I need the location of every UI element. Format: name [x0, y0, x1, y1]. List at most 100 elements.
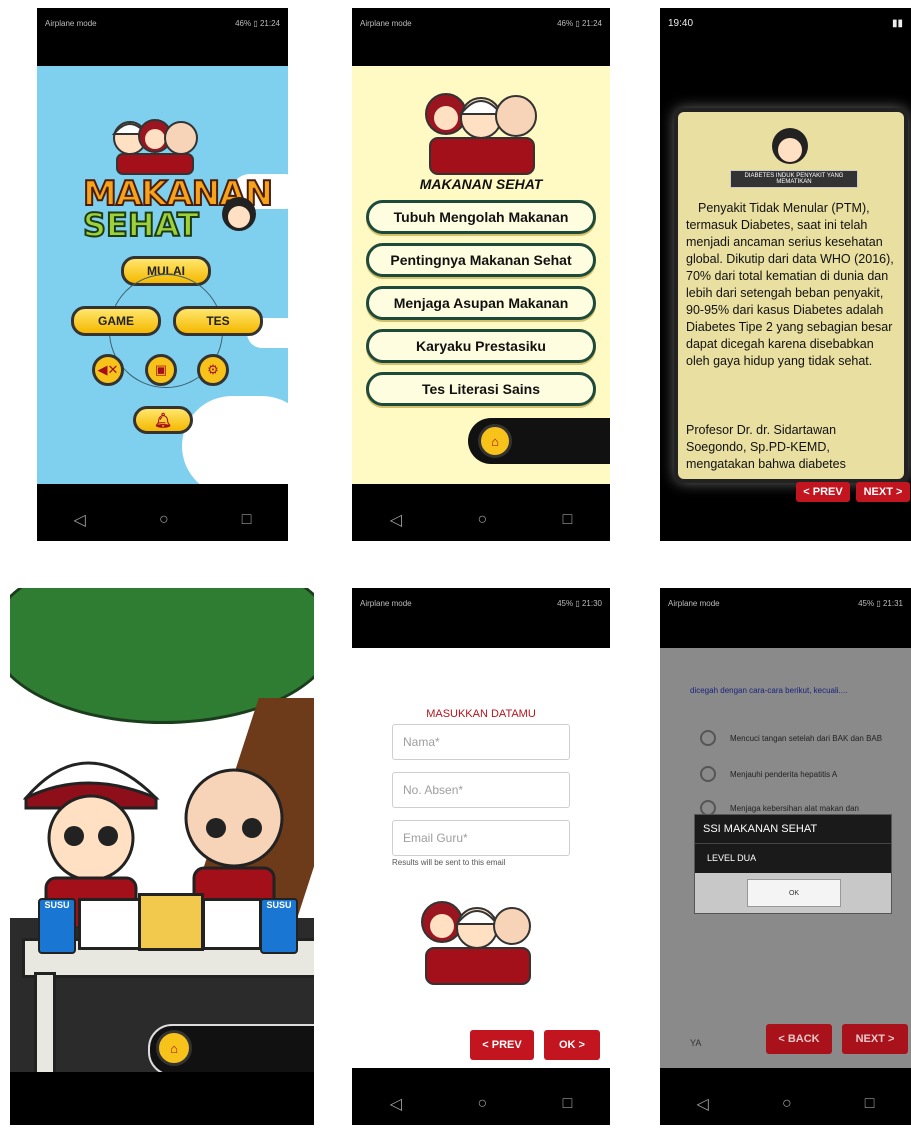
back-nav-icon[interactable]: ◁	[74, 510, 86, 530]
status-bar: Airplane mode 45% ▯ 21:30	[352, 588, 610, 618]
recents-nav-icon[interactable]: □	[563, 511, 573, 529]
prev-button[interactable]: < PREV	[796, 482, 850, 502]
milk-can-right: SUSU	[260, 898, 298, 954]
tes-button[interactable]: TES	[173, 306, 263, 336]
back-nav-icon[interactable]: ◁	[697, 1094, 709, 1114]
status-left: Airplane mode	[45, 18, 97, 28]
kids-illustration	[421, 901, 531, 985]
home-nav-icon[interactable]: ○	[477, 1095, 487, 1113]
menu-button-pentingnya[interactable]: Pentingnya Makanan Sehat	[366, 243, 596, 277]
menu-button-karyaku[interactable]: Karyaku Prestasiku	[366, 329, 596, 363]
screen-topic-menu: Airplane mode 46% ▯ 21:24 MAKANAN SEHAT …	[352, 8, 610, 541]
status-right: 45% ▯ 21:30	[557, 598, 602, 608]
game-button[interactable]: GAME	[71, 306, 161, 336]
menu-button-tes[interactable]: Tes Literasi Sains	[366, 372, 596, 406]
android-button[interactable]: ▣	[145, 354, 177, 386]
home-button[interactable]: ⌂	[156, 1030, 192, 1066]
bell-icon: 🔔︎	[154, 411, 172, 428]
back-nav-icon[interactable]: ◁	[390, 510, 402, 530]
speaker-mute-icon: ◀✕	[97, 362, 119, 377]
android-nav-bar: ◁ ○ □	[352, 1083, 610, 1125]
back-nav-icon[interactable]: ◁	[390, 1094, 402, 1114]
menu-button-menjaga[interactable]: Menjaga Asupan Makanan	[366, 286, 596, 320]
notification-button[interactable]: 🔔︎	[133, 406, 193, 434]
food-box-right	[202, 898, 262, 950]
ya-label: YA	[690, 1038, 702, 1048]
table-leg-left	[34, 972, 56, 1072]
menu-title: MAKANAN SEHAT	[419, 176, 543, 192]
email-hint: Results will be sent to this email	[392, 858, 506, 867]
android-nav-bar: ◁ ○ □	[352, 499, 610, 541]
android-nav-bar: ◁ ○ □	[37, 499, 288, 541]
article-paragraph-2: Profesor Dr. dr. Sidartawan Soegondo, Sp…	[686, 423, 846, 471]
milk-can-label: SUSU	[266, 900, 292, 910]
recents-nav-icon[interactable]: □	[242, 511, 252, 529]
recents-nav-icon[interactable]: □	[563, 1095, 573, 1113]
settings-button[interactable]: ⚙	[197, 354, 229, 386]
screen-data-entry: Airplane mode 45% ▯ 21:30 MASUKKAN DATAM…	[352, 588, 610, 1125]
dialog-message: LEVEL DUA	[707, 853, 757, 863]
status-left: Airplane mode	[360, 18, 412, 28]
prev-button[interactable]: < PREV	[470, 1030, 534, 1060]
screen-quiz: Airplane mode 45% ▯ 21:31 dicegah dengan…	[660, 588, 911, 1125]
dialog-ok-button[interactable]: OK	[747, 879, 841, 907]
option-2[interactable]: Menjauhi penderita hepatitis A	[700, 766, 837, 782]
mute-button[interactable]: ◀✕	[92, 354, 124, 386]
radio-option-1[interactable]	[700, 730, 716, 746]
menu-button-tubuh[interactable]: Tubuh Mengolah Makanan	[366, 200, 596, 234]
absen-input[interactable]: No. Absen*	[392, 772, 570, 808]
status-bar: 19:40 ▮▮	[660, 8, 911, 38]
back-button[interactable]: < BACK	[766, 1024, 832, 1054]
screen-main-menu: Airplane mode 46% ▯ 21:24 MAKANAN SEHAT …	[37, 8, 288, 541]
nama-input[interactable]: Nama*	[392, 724, 570, 760]
menu-canvas: MAKANAN SEHAT Tubuh Mengolah Makanan Pen…	[352, 66, 610, 484]
status-right: 46% ▯ 21:24	[235, 18, 280, 28]
status-time: 19:40	[668, 17, 694, 29]
option-1-label: Mencuci tangan setelah dari BAK dan BAB	[730, 733, 883, 743]
signal-icon: ▮▮	[891, 17, 903, 29]
alert-dialog: SSI MAKANAN SEHAT LEVEL DUA OK	[694, 814, 892, 914]
status-left: Airplane mode	[668, 598, 720, 608]
milk-can-left: SUSU	[38, 898, 76, 954]
home-nav-icon[interactable]: ○	[782, 1095, 792, 1113]
dialog-divider	[695, 843, 891, 844]
question-text: dicegah dengan cara-cara berikut, kecual…	[690, 686, 848, 695]
android-nav-bar: ◁ ○ □	[660, 1083, 911, 1125]
status-bar: Airplane mode 46% ▯ 21:24	[37, 8, 288, 38]
cloud	[182, 396, 288, 484]
option-1[interactable]: Mencuci tangan setelah dari BAK dan BAB	[700, 730, 882, 746]
status-right: 45% ▯ 21:31	[858, 598, 903, 608]
form-title: MASUKKAN DATAMU	[426, 708, 536, 720]
next-button[interactable]: NEXT >	[856, 482, 910, 502]
next-button[interactable]: NEXT >	[842, 1024, 908, 1054]
status-bar: Airplane mode 45% ▯ 21:31	[660, 588, 911, 618]
email-input[interactable]: Email Guru*	[392, 820, 570, 856]
ok-button[interactable]: OK >	[544, 1030, 600, 1060]
title-badge: DIABETES INDUK PENYAKIT YANG MEMATIKAN	[730, 170, 858, 188]
gear-icon: ⚙	[207, 362, 219, 377]
form-canvas: MASUKKAN DATAMU Nama* No. Absen* Email G…	[352, 648, 610, 1068]
food-box-middle	[138, 893, 204, 951]
radio-option-2[interactable]	[700, 766, 716, 782]
home-icon: ⌂	[170, 1040, 178, 1056]
dialog-title: SSI MAKANAN SEHAT	[703, 823, 818, 835]
home-nav-icon[interactable]: ○	[477, 511, 487, 529]
option-2-label: Menjauhi penderita hepatitis A	[730, 769, 838, 779]
article-paragraph-1: Penyakit Tidak Menular (PTM), termasuk D…	[686, 201, 894, 368]
milk-can-label: SUSU	[44, 900, 70, 910]
screen-reading: 19:40 ▮▮ DIABETES INDUK PENYAKIT YANG ME…	[660, 8, 911, 541]
home-icon: ⌂	[491, 433, 499, 449]
kids-illustration	[425, 93, 537, 175]
kids-illustration	[111, 119, 198, 175]
food-box-left	[78, 898, 142, 950]
girl-mascot-illustration	[222, 197, 256, 231]
recents-nav-icon[interactable]: □	[865, 1095, 875, 1113]
option-3-label: Menjaga kebersihan alat makan dan	[730, 803, 859, 813]
home-nav-icon[interactable]: ○	[159, 511, 169, 529]
reading-card: DIABETES INDUK PENYAKIT YANG MEMATIKAN P…	[674, 108, 908, 483]
author-avatar	[772, 128, 808, 164]
status-right: 46% ▯ 21:24	[557, 18, 602, 28]
game-scene: SUSU SUSU ⌂	[10, 588, 314, 1072]
logo-sehat: SEHAT	[82, 205, 200, 245]
home-button[interactable]: ⌂	[478, 424, 512, 458]
